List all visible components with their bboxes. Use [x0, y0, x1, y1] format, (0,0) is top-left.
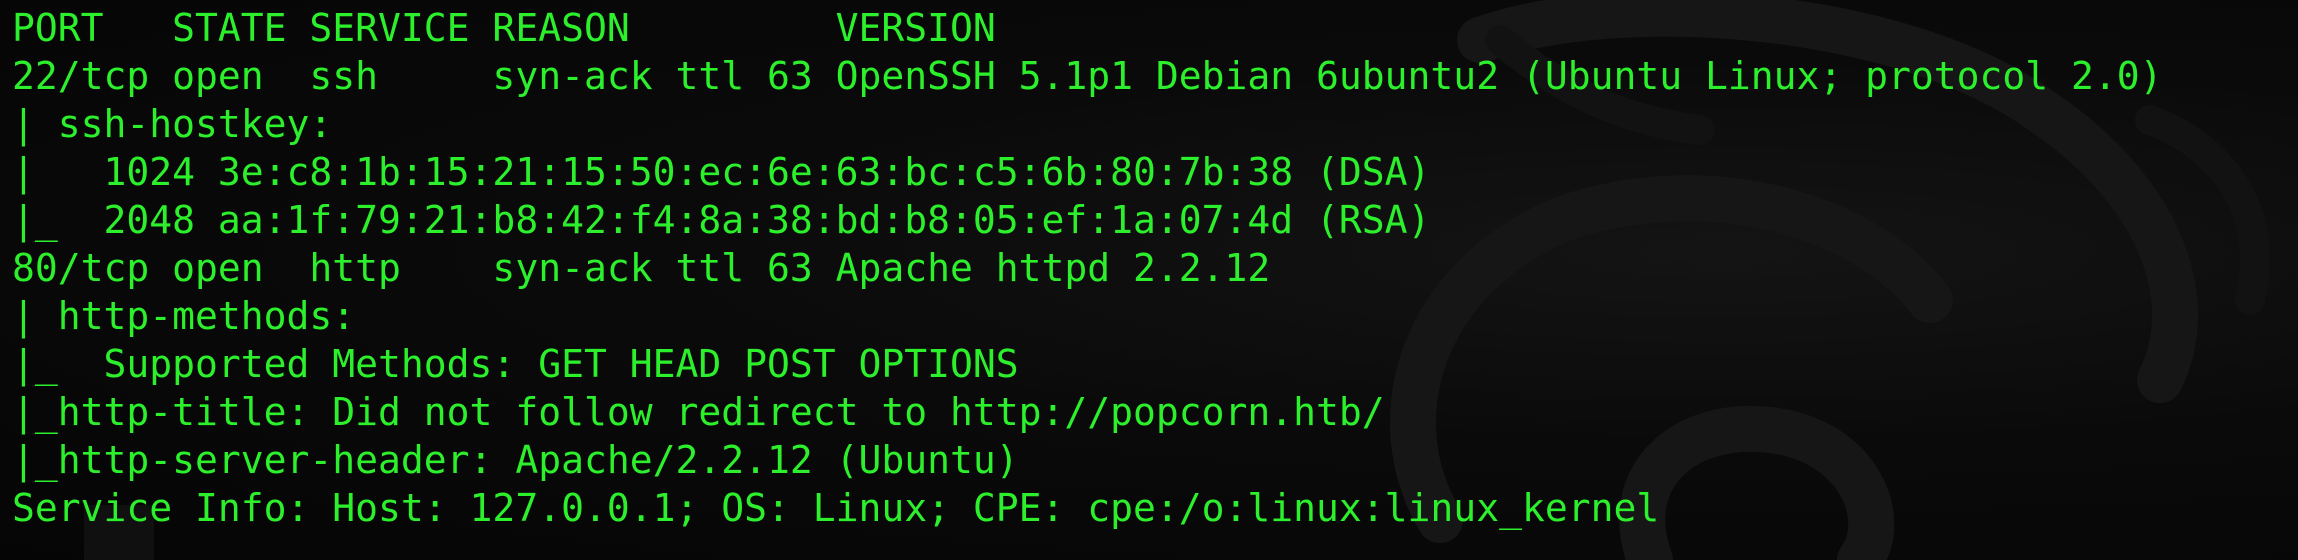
output-line: |_http-server-header: Apache/2.2.12 (Ubu…: [12, 438, 1019, 482]
output-line: | ssh-hostkey:: [12, 102, 333, 146]
output-line: |_http-title: Did not follow redirect to…: [12, 390, 1385, 434]
output-line: |_ 2048 aa:1f:79:21:b8:42:f4:8a:38:bd:b8…: [12, 198, 1431, 242]
output-line: |_ Supported Methods: GET HEAD POST OPTI…: [12, 342, 1019, 386]
output-line: 22/tcp open ssh syn-ack ttl 63 OpenSSH 5…: [12, 54, 2163, 98]
terminal-window[interactable]: PORT STATE SERVICE REASON VERSION 22/tcp …: [0, 0, 2298, 560]
output-line: Service Info: Host: 127.0.0.1; OS: Linux…: [12, 486, 1660, 530]
output-line: | http-methods:: [12, 294, 356, 338]
output-line: 80/tcp open http syn-ack ttl 63 Apache h…: [12, 246, 1271, 290]
nmap-output: PORT STATE SERVICE REASON VERSION 22/tcp …: [12, 4, 2163, 532]
output-line: PORT STATE SERVICE REASON VERSION: [12, 6, 996, 50]
output-line: | 1024 3e:c8:1b:15:21:15:50:ec:6e:63:bc:…: [12, 150, 1431, 194]
